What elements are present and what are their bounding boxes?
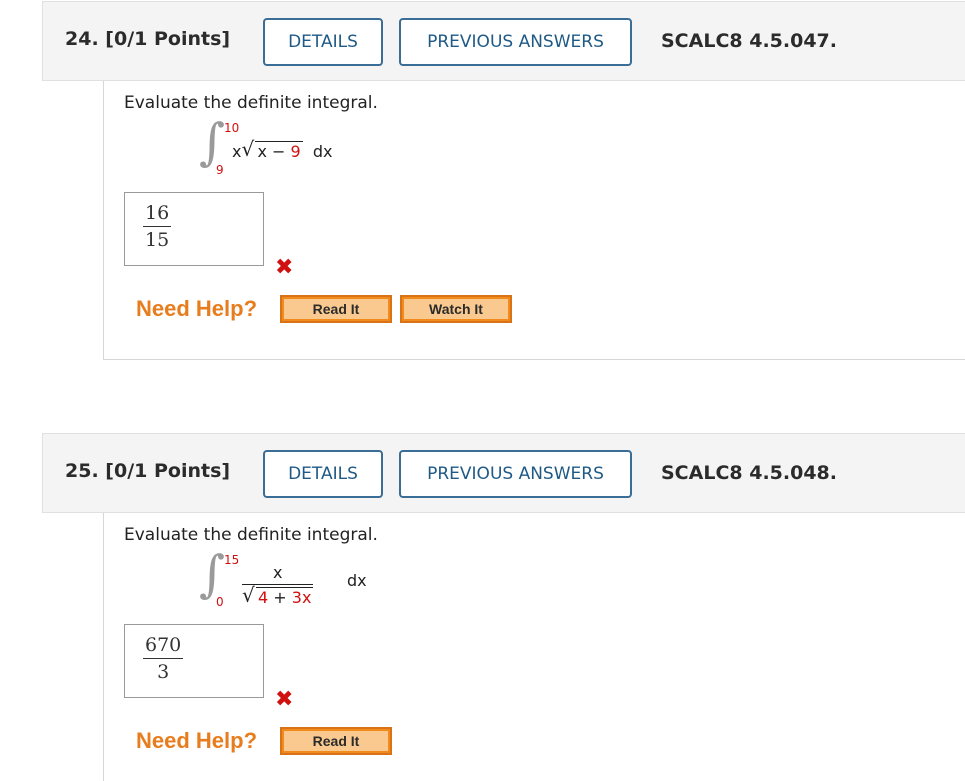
radicand-constant: 9: [290, 142, 301, 161]
watch-it-label: Watch It: [404, 299, 508, 319]
question-header: 24. [0/1 Points] DETAILS PREVIOUS ANSWER…: [42, 1, 965, 81]
question-body: Evaluate the definite integral. ∫ 10 9 x…: [103, 81, 965, 360]
x-mark-icon: ✖: [275, 687, 294, 712]
question-prompt: Evaluate the definite integral.: [124, 93, 378, 113]
lower-limit: 0: [216, 595, 224, 609]
integrand-prefix: x: [232, 142, 242, 161]
square-root: √ x − 9: [241, 137, 303, 161]
radicand-constant: 4: [258, 588, 269, 607]
integral-sign: ∫: [199, 113, 226, 171]
question-code: SCALC8 4.5.047.: [661, 30, 837, 52]
question-points: [0/1 Points]: [105, 460, 231, 482]
x-mark-icon: ✖: [275, 255, 294, 280]
question-number: 25.: [65, 460, 99, 482]
question-prompt: Evaluate the definite integral.: [124, 525, 378, 545]
watch-it-button[interactable]: Watch It: [400, 295, 512, 323]
answer-input[interactable]: 670 3: [124, 624, 264, 698]
differential: dx: [312, 142, 333, 161]
integrand-numerator: x: [272, 563, 283, 582]
read-it-button[interactable]: Read It: [280, 295, 392, 323]
integral-expression: ∫ 15 0 x √ 4 + 3x dx: [199, 549, 459, 613]
integrand: x √ x − 9 dx: [232, 137, 333, 161]
differential: dx: [347, 571, 367, 590]
question-body: Evaluate the definite integral. ∫ 15 0 x…: [103, 513, 965, 781]
radicand-term: 3x: [291, 588, 312, 607]
read-it-label: Read It: [284, 731, 388, 751]
previous-answers-button[interactable]: PREVIOUS ANSWERS: [399, 450, 632, 498]
answer-input[interactable]: 16 15: [124, 192, 264, 266]
integral-expression: ∫ 10 9 x √ x − 9 dx: [199, 117, 459, 181]
answer-numerator: 16: [143, 202, 172, 227]
answer-fraction: 670 3: [143, 634, 184, 683]
integrand-denominator: √ 4 + 3x: [242, 583, 314, 607]
details-button[interactable]: DETAILS: [263, 450, 383, 498]
lower-limit: 9: [216, 163, 224, 177]
answer-numerator: 670: [143, 634, 184, 659]
previous-answers-button[interactable]: PREVIOUS ANSWERS: [399, 18, 632, 66]
need-help-label: Need Help?: [136, 296, 258, 321]
upper-limit: 10: [224, 121, 240, 135]
radicand-operator: +: [268, 588, 292, 607]
question-points: [0/1 Points]: [105, 28, 231, 50]
read-it-button[interactable]: Read It: [280, 727, 392, 755]
answer-denominator: 15: [145, 229, 170, 251]
radicand-variable: x −: [257, 142, 291, 161]
read-it-label: Read It: [284, 299, 388, 319]
question-code: SCALC8 4.5.048.: [661, 462, 837, 484]
question-number: 24.: [65, 28, 99, 50]
integrand-fraction: x √ 4 + 3x: [242, 563, 314, 607]
need-help-label: Need Help?: [136, 728, 258, 753]
radical-sign-icon: √: [242, 583, 255, 607]
answer-fraction: 16 15: [143, 202, 172, 251]
question-number-points: 24. [0/1 Points]: [65, 28, 230, 50]
answer-denominator: 3: [157, 661, 170, 683]
question-number-points: 25. [0/1 Points]: [65, 460, 230, 482]
square-root: √ 4 + 3x: [242, 583, 314, 607]
question-header: 25. [0/1 Points] DETAILS PREVIOUS ANSWER…: [42, 433, 965, 513]
integral-sign: ∫: [199, 545, 226, 603]
radical-sign-icon: √: [241, 137, 255, 161]
details-button[interactable]: DETAILS: [263, 18, 383, 66]
upper-limit: 15: [224, 553, 240, 567]
